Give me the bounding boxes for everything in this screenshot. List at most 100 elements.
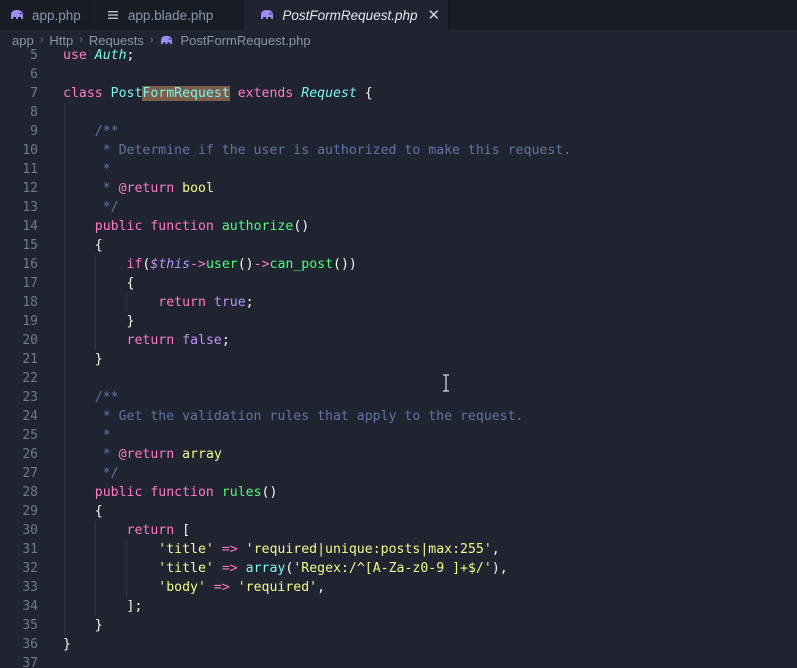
code-token: function bbox=[150, 485, 214, 500]
code-line[interactable]: 14 public function authorize() bbox=[0, 217, 797, 236]
code-line[interactable]: 16 if($this->user()->can_post()) bbox=[0, 255, 797, 274]
code-token: use bbox=[63, 48, 87, 63]
code-line[interactable]: 26 * @return array bbox=[0, 445, 797, 464]
code-line[interactable]: 8 bbox=[0, 103, 797, 122]
line-number: 35 bbox=[22, 618, 38, 633]
code-text: /** bbox=[63, 122, 119, 141]
line-number: 9 bbox=[30, 124, 38, 139]
code-line[interactable]: 36} bbox=[0, 635, 797, 654]
line-number: 21 bbox=[22, 352, 38, 367]
code-token: } bbox=[63, 637, 71, 652]
code-text: { bbox=[63, 502, 103, 521]
code-token: { bbox=[356, 86, 373, 101]
line-number: 14 bbox=[22, 219, 38, 234]
code-line[interactable]: 31 'title' => 'required|unique:posts|max… bbox=[0, 540, 797, 559]
code-token: * bbox=[94, 428, 111, 443]
code-line[interactable]: 21 } bbox=[0, 350, 797, 369]
code-token: () bbox=[293, 219, 310, 234]
code-token: ; bbox=[245, 295, 254, 310]
tab-postformrequest-php[interactable]: PostFormRequest.php ✕ bbox=[244, 0, 450, 30]
code-line[interactable]: 17 { bbox=[0, 274, 797, 293]
code-text: * bbox=[63, 426, 111, 445]
code-line[interactable]: 24 * Get the validation rules that apply… bbox=[0, 407, 797, 426]
code-token: 'required|unique:posts|max:255' bbox=[245, 542, 492, 557]
code-text: * @return bool bbox=[63, 179, 214, 198]
indent-guide bbox=[64, 103, 65, 122]
code-line[interactable]: 30 return [ bbox=[0, 521, 797, 540]
code-token: return bbox=[126, 523, 175, 538]
code-token: class bbox=[63, 86, 103, 101]
code-token: 'required' bbox=[237, 580, 318, 595]
code-line[interactable]: 5 use Auth; bbox=[0, 46, 797, 65]
line-number: 22 bbox=[22, 371, 38, 386]
line-number: 7 bbox=[30, 86, 38, 101]
code-text: */ bbox=[63, 464, 119, 483]
code-text: * Get the validation rules that apply to… bbox=[63, 407, 524, 426]
line-number: 28 bbox=[22, 485, 38, 500]
code-line[interactable]: 27 */ bbox=[0, 464, 797, 483]
code-line[interactable]: 19 } bbox=[0, 312, 797, 331]
code-editor[interactable]: 5 use Auth; 6 7 class PostFormRequest extend… bbox=[0, 46, 797, 668]
code-line[interactable]: 15 { bbox=[0, 236, 797, 255]
code-line[interactable]: 12 * @return bool bbox=[0, 179, 797, 198]
code-line[interactable]: 33 'body' => 'required', bbox=[0, 578, 797, 597]
code-line[interactable]: 25 * bbox=[0, 426, 797, 445]
code-line[interactable]: 35 } bbox=[0, 616, 797, 635]
code-token: array bbox=[245, 561, 286, 576]
code-token: @return bbox=[118, 181, 175, 196]
line-number: 12 bbox=[22, 181, 38, 196]
line-number: 6 bbox=[30, 67, 38, 82]
code-line[interactable]: 18 return true; bbox=[0, 293, 797, 312]
code-token: } bbox=[63, 314, 135, 329]
code-text: 'title' => array('Regex:/^[A-Za-z0-9 ]+$… bbox=[63, 559, 507, 578]
code-line[interactable]: 32 'title' => array('Regex:/^[A-Za-z0-9 … bbox=[0, 559, 797, 578]
code-line[interactable]: 20 return false; bbox=[0, 331, 797, 350]
code-line[interactable]: 10 * Determine if the user is authorized… bbox=[0, 141, 797, 160]
code-line[interactable]: 29 { bbox=[0, 502, 797, 521]
tab-app-php[interactable]: app.php bbox=[0, 0, 90, 30]
line-number: 18 bbox=[22, 295, 38, 310]
code-line[interactable]: 23 /** bbox=[0, 388, 797, 407]
code-token: function bbox=[150, 219, 214, 234]
tab-app-blade-php[interactable]: app.blade.php bbox=[90, 0, 245, 30]
code-token: true bbox=[213, 295, 246, 310]
code-line[interactable]: 28 public function rules() bbox=[0, 483, 797, 502]
line-number: 29 bbox=[22, 504, 38, 519]
code-text: 'body' => 'required', bbox=[63, 578, 325, 597]
line-number: 30 bbox=[22, 523, 38, 538]
code-line[interactable]: 37 bbox=[0, 654, 797, 668]
code-token: ()) bbox=[333, 257, 357, 272]
code-text: return [ bbox=[63, 521, 191, 540]
code-line[interactable]: 6 bbox=[0, 65, 797, 84]
line-number: 26 bbox=[22, 447, 38, 462]
code-line[interactable]: 9 /** bbox=[0, 122, 797, 141]
code-line[interactable]: 22 bbox=[0, 369, 797, 388]
chevron-right-icon: › bbox=[149, 34, 154, 46]
code-token: => bbox=[221, 542, 238, 557]
code-token: * bbox=[94, 162, 111, 177]
code-token: */ bbox=[94, 466, 119, 481]
code-text: if($this->user()->can_post()) bbox=[63, 255, 357, 274]
code-token: */ bbox=[94, 200, 119, 215]
code-token: ; bbox=[126, 48, 135, 63]
code-line[interactable]: 11 * bbox=[0, 160, 797, 179]
code-line[interactable]: 7 class PostFormRequest extends Request { bbox=[0, 84, 797, 103]
code-token: -> bbox=[253, 257, 270, 272]
line-number: 33 bbox=[22, 580, 38, 595]
code-text: /** bbox=[63, 388, 119, 407]
close-icon[interactable]: ✕ bbox=[427, 6, 440, 24]
code-line[interactable]: 34 ]; bbox=[0, 597, 797, 616]
code-text: { bbox=[63, 274, 135, 293]
code-line[interactable]: 13 */ bbox=[0, 198, 797, 217]
